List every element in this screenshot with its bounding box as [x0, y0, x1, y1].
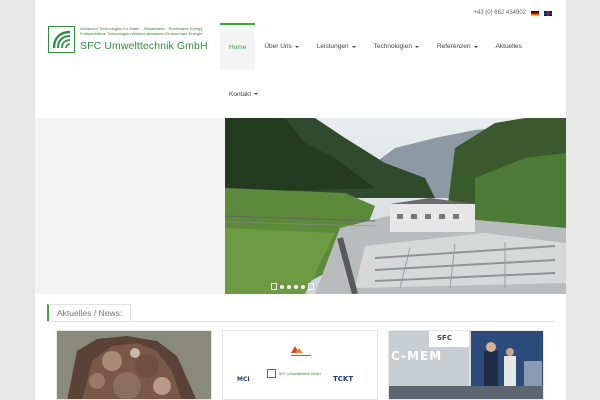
tfg-logo-icon — [291, 346, 311, 356]
news-image-1 — [57, 331, 211, 399]
caret-down-icon — [414, 45, 419, 48]
news-card-1[interactable] — [56, 330, 212, 400]
news-card-2[interactable]: MCI SFC Umwelttechnik GmbH TCKT — [222, 330, 378, 400]
sfc-mini-logo-icon — [267, 369, 276, 378]
page: +43 (0) 662 434902 Advanced Technologies… — [35, 0, 566, 400]
news-divider — [47, 321, 554, 322]
news-image-3 — [389, 331, 543, 399]
nav-aktuelles[interactable]: Aktuelles — [487, 23, 531, 70]
slider-dots — [271, 283, 314, 290]
slider-prev-icon[interactable] — [271, 283, 277, 290]
treatment-plant-photo — [225, 118, 566, 294]
brand-name: SFC Umwelttechnik GmbH — [80, 40, 208, 52]
phone-number: +43 (0) 662 434902 — [473, 10, 526, 16]
nav-referenzen[interactable]: Referenzen — [428, 23, 487, 70]
german-flag-icon[interactable] — [531, 10, 539, 16]
tckt-logo: TCKT — [333, 375, 354, 383]
hero-slide[interactable] — [225, 118, 566, 294]
slider-dot[interactable] — [280, 284, 284, 289]
cmem-banner: C-MEM — [391, 349, 443, 363]
slider-dot[interactable] — [301, 284, 305, 289]
site-logo[interactable]: Advanced Technologies for Water – Wastew… — [48, 26, 208, 53]
logo-tagline-de: Fortschrittliche Technologien Wasser-Abw… — [80, 31, 203, 36]
caret-down-icon — [473, 45, 478, 48]
sfc-logo-icon — [48, 26, 75, 53]
sfc-mini-logo: SFC Umwelttechnik GmbH — [267, 369, 321, 378]
main-nav-row-2: Kontakt — [220, 72, 267, 116]
nav-technologien[interactable]: Technologien — [365, 23, 428, 70]
caret-down-icon — [351, 45, 356, 48]
nav-ueber-uns[interactable]: Über Uns — [255, 23, 307, 70]
sfc-sign: SFC — [437, 334, 452, 342]
slider-dot[interactable] — [287, 284, 291, 289]
caret-down-icon — [294, 45, 299, 48]
nav-home[interactable]: Home — [220, 23, 256, 70]
nav-kontakt[interactable]: Kontakt — [220, 72, 267, 116]
news-heading: Aktuelles / News: — [47, 304, 132, 321]
news-card-3[interactable]: C-MEM SFC — [388, 330, 544, 400]
utility-bar: +43 (0) 662 434902 — [473, 8, 552, 18]
slider-next-icon[interactable] — [308, 283, 314, 290]
slider-dot[interactable] — [294, 284, 298, 289]
caret-down-icon — [254, 93, 259, 95]
english-flag-icon[interactable] — [544, 10, 552, 16]
mci-logo: MCI — [237, 376, 250, 383]
main-nav: Home Über Uns Leistungen Technologien Re… — [220, 23, 531, 70]
nav-leistungen[interactable]: Leistungen — [308, 23, 365, 70]
